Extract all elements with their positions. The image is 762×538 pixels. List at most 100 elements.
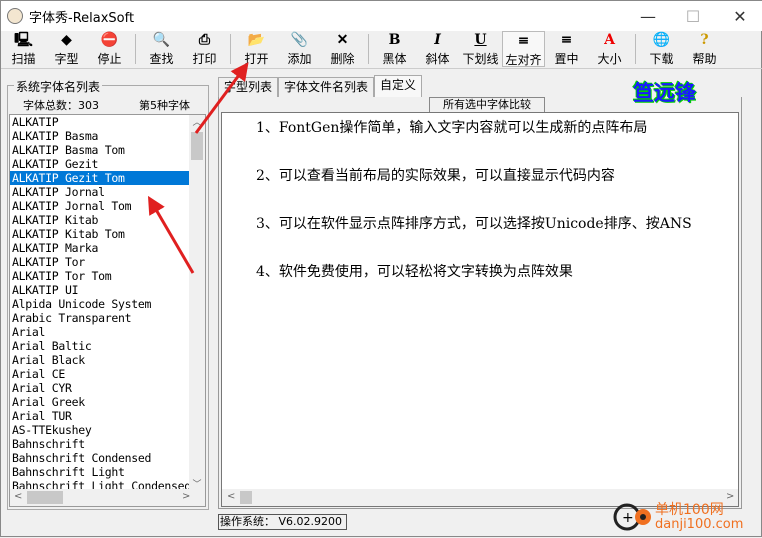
toolbar-label: 斜体 [425, 52, 450, 66]
font-list-item[interactable]: ALKATIP UI [10, 283, 205, 297]
font-list-item[interactable]: ALKATIP Kitab Tom [10, 227, 205, 241]
bold-icon: B [388, 32, 401, 48]
scroll-up-icon[interactable]: ︿ [189, 115, 205, 128]
font-list-item[interactable]: Arial [10, 325, 205, 339]
toolbar-button-computer[interactable]: 🖳 扫描 [2, 31, 45, 67]
watermark: + 单机100网 danji100.com [613, 497, 762, 537]
align-center-icon: ≡ [560, 32, 573, 48]
scroll-right-icon[interactable]: > [182, 491, 190, 502]
tab-custom[interactable]: 自定义 [374, 75, 423, 97]
font-list-item[interactable]: ALKATIP Jornal Tom [10, 199, 205, 213]
font-list-item[interactable]: Alpida Unicode System [10, 297, 205, 311]
watermark-logo-icon: + [613, 503, 651, 531]
toolbar-separator [635, 34, 636, 64]
font-list-item[interactable]: ALKATIP [10, 115, 205, 129]
toolbar-button-open-folder[interactable]: 📂 打开 [235, 31, 278, 67]
toolbar-label: 扫描 [11, 52, 36, 66]
toolbar-label: 字型 [54, 52, 79, 66]
toolbar-label: 查找 [149, 52, 174, 66]
font-list-item[interactable]: Arabic Transparent [10, 311, 205, 325]
toolbar-label: 黑体 [382, 52, 407, 66]
font-list-item[interactable]: ALKATIP Tor [10, 255, 205, 269]
font-list-item[interactable]: AS-TTEkushey [10, 423, 205, 437]
toolbar-label: 停止 [97, 52, 122, 66]
tab-font-file-list[interactable]: 字体文件名列表 [278, 77, 375, 97]
preview-area[interactable]: 1、FontGen操作简单，输入文字内容就可以生成新的点阵布局 2、可以查看当前… [221, 112, 739, 507]
toolbar-label: 置中 [554, 52, 579, 66]
toolbar-button-shapes[interactable]: ◆ 字型 [45, 31, 88, 67]
scroll-thumb[interactable] [240, 491, 252, 504]
toolbar-label: 打开 [244, 52, 269, 66]
open-folder-icon: 📂 [247, 32, 266, 48]
font-list-item[interactable]: ALKATIP Tor Tom [10, 269, 205, 283]
close-button[interactable]: ✕ [717, 1, 762, 31]
toolbar-separator [230, 34, 231, 64]
font-list-item[interactable]: ALKATIP Marka [10, 241, 205, 255]
selected-font-index: 第5种字体 [139, 99, 190, 112]
scroll-left-icon[interactable]: < [227, 491, 235, 502]
toolbar-label: 帮助 [692, 52, 717, 66]
toolbar-button-stop[interactable]: ⛔ 停止 [88, 31, 131, 67]
font-list-item[interactable]: Arial TUR [10, 409, 205, 423]
group-title: 系统字体名列表 [14, 78, 103, 95]
toolbar-button-paperclip[interactable]: 📎 添加 [278, 31, 321, 67]
download-icon: 🌐 [652, 32, 671, 48]
toolbar-button-bold[interactable]: B 黑体 [373, 31, 416, 67]
delete-x-icon: ✕ [336, 32, 349, 48]
font-list-item[interactable]: Arial Greek [10, 395, 205, 409]
toolbar-separator [135, 34, 136, 64]
logo: 笪远锋 [633, 81, 696, 105]
toolbar-button-delete-x[interactable]: ✕ 删除 [321, 31, 364, 67]
content-line: 3、可以在软件显示点阵排序方式，可以选择按Unicode排序、按ANS [256, 216, 692, 232]
font-size-icon: A [604, 32, 615, 48]
horizontal-scrollbar[interactable]: < > [10, 489, 205, 506]
computer-icon: 🖳 [14, 32, 33, 48]
tab-glyph-list[interactable]: 字型列表 [218, 77, 279, 97]
toolbar-label: 添加 [287, 52, 312, 66]
scroll-left-icon[interactable]: < [14, 491, 22, 502]
font-list-item[interactable]: ALKATIP Basma Tom [10, 143, 205, 157]
minimize-button[interactable]: — [625, 1, 671, 31]
toolbar-label: 打印 [192, 52, 217, 66]
tab-bar: 字型列表 字体文件名列表 自定义 [218, 75, 423, 97]
scroll-thumb[interactable] [191, 132, 203, 160]
toolbar-button-italic[interactable]: I 斜体 [416, 31, 459, 67]
font-list-item[interactable]: ALKATIP Gezit Tom [10, 171, 205, 185]
font-count: 字体总数：303 [23, 99, 99, 112]
vertical-scrollbar[interactable]: ︿ ﹀ [189, 115, 205, 490]
toolbar-button-download[interactable]: 🌐 下载 [640, 31, 683, 67]
align-left-icon: ≡ [517, 33, 530, 49]
content-line: 2、可以查看当前布局的实际效果，可以直接显示代码内容 [256, 168, 615, 184]
font-list-item[interactable]: ALKATIP Jornal [10, 185, 205, 199]
compare-all-button[interactable]: 所有选中字体比较 [429, 97, 545, 113]
font-list-item[interactable]: Arial CYR [10, 381, 205, 395]
help-icon: ? [700, 32, 709, 48]
toolbar-button-align-center[interactable]: ≡ 置中 [545, 31, 588, 67]
scroll-thumb[interactable] [27, 491, 63, 504]
toolbar: 🖳 扫描 ◆ 字型 ⛔ 停止 🔍 查找 ⎙ 打印 📂 打开 📎 添加 ✕ 删除 B 黑体 I 斜体 U 下划线 ≡ 左对齐 ≡ 置… [1, 31, 762, 69]
toolbar-button-printer[interactable]: ⎙ 打印 [183, 31, 226, 67]
maximize-button[interactable]: ☐ [670, 1, 716, 31]
toolbar-button-align-left[interactable]: ≡ 左对齐 [502, 31, 545, 67]
font-list-item[interactable]: Bahnschrift [10, 437, 205, 451]
toolbar-button-font-size[interactable]: A 大小 [588, 31, 631, 67]
toolbar-button-underline[interactable]: U 下划线 [459, 31, 502, 67]
watermark-url: danji100.com [655, 517, 744, 532]
font-list-item[interactable]: ALKATIP Gezit [10, 157, 205, 171]
toolbar-label: 大小 [597, 52, 622, 66]
font-list[interactable]: ALKATIP ALKATIP Basma ALKATIP Basma Tom ALK… [9, 114, 206, 507]
toolbar-button-help[interactable]: ? 帮助 [683, 31, 726, 67]
find-icon: 🔍 [152, 32, 171, 48]
toolbar-button-find[interactable]: 🔍 查找 [140, 31, 183, 67]
toolbar-label: 左对齐 [505, 53, 542, 67]
printer-icon: ⎙ [198, 32, 211, 48]
font-list-item[interactable]: ALKATIP Basma [10, 129, 205, 143]
italic-icon: I [434, 32, 441, 48]
font-list-item[interactable]: Bahnschrift Condensed [10, 451, 205, 465]
font-list-item[interactable]: Arial Black [10, 353, 205, 367]
font-list-item[interactable]: ALKATIP Kitab [10, 213, 205, 227]
font-list-item[interactable]: Arial Baltic [10, 339, 205, 353]
font-list-item[interactable]: Arial CE [10, 367, 205, 381]
font-list-item[interactable]: Bahnschrift Light [10, 465, 205, 479]
stop-icon: ⛔ [100, 32, 119, 48]
